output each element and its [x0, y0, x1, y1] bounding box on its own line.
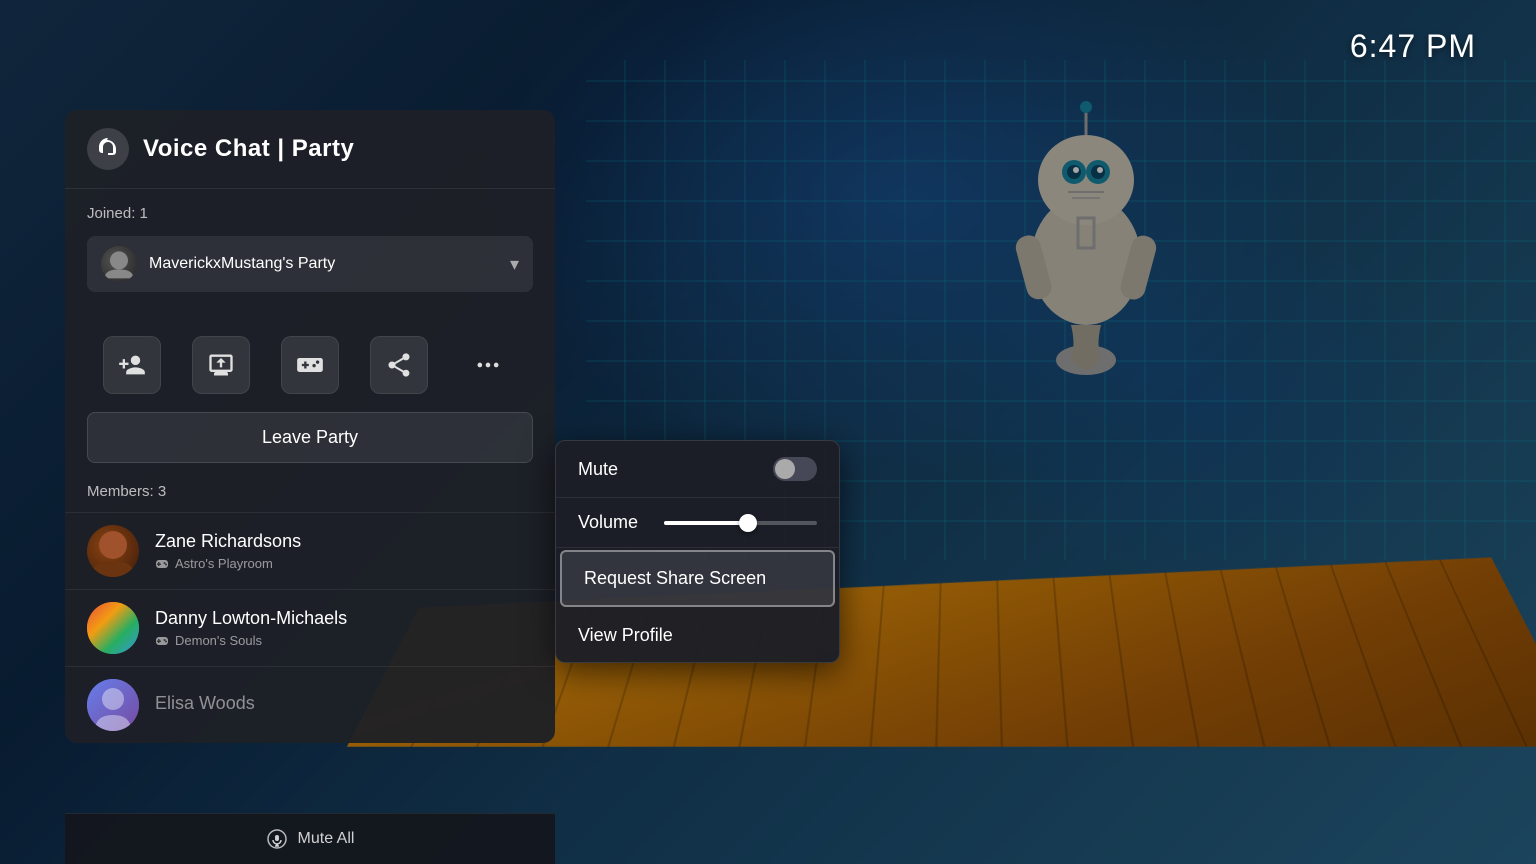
party-name: MaverickxMustang's Party: [149, 255, 510, 273]
view-profile-label: View Profile: [578, 625, 673, 646]
volume-label: Volume: [578, 512, 648, 533]
view-profile-item[interactable]: View Profile: [556, 609, 839, 662]
party-avatar-img: [101, 246, 137, 282]
members-label: Members: 3: [65, 483, 555, 512]
mute-all-icon: [266, 828, 288, 850]
party-avatar: [101, 246, 137, 282]
panel-title: Voice Chat | Party: [143, 135, 354, 163]
member-game-danny: Demon's Souls: [155, 633, 533, 648]
elisa-avatar-img: [87, 679, 139, 731]
controller-icon-zane: [155, 557, 169, 571]
chevron-down-icon: ▾: [510, 254, 519, 275]
danny-avatar-img: [87, 602, 139, 654]
context-menu: Mute Volume Request Share Screen View Pr…: [555, 440, 840, 663]
volume-menu-item: Volume: [556, 498, 839, 548]
share-play-icon: [385, 351, 413, 379]
volume-thumb[interactable]: [739, 514, 757, 532]
mute-all-label[interactable]: Mute All: [298, 830, 355, 848]
game-share-icon: [296, 351, 324, 379]
share-play-button[interactable]: [370, 336, 428, 394]
game-share-button[interactable]: [281, 336, 339, 394]
volume-slider[interactable]: [664, 521, 817, 525]
member-danny[interactable]: Danny Lowton-Michaels Demon's Souls: [65, 589, 555, 666]
member-elisa[interactable]: Elisa Woods: [65, 666, 555, 743]
request-share-screen-label: Request Share Screen: [584, 568, 766, 589]
robot-character: [936, 60, 1336, 460]
member-name-elisa: Elisa Woods: [155, 693, 533, 714]
member-info-zane: Zane Richardsons Astro's Playroom: [155, 531, 533, 571]
zane-avatar-img: [87, 525, 139, 577]
member-info-elisa: Elisa Woods: [155, 693, 533, 718]
member-game-text-zane: Astro's Playroom: [175, 556, 273, 571]
member-name-zane: Zane Richardsons: [155, 531, 533, 552]
member-avatar-zane: [87, 525, 139, 577]
controller-icon-danny: [155, 634, 169, 648]
volume-fill: [664, 521, 748, 525]
member-zane[interactable]: Zane Richardsons Astro's Playroom: [65, 512, 555, 589]
action-buttons-row: [65, 328, 555, 412]
more-icon: [474, 351, 502, 379]
mute-toggle[interactable]: [773, 457, 817, 481]
add-friend-button[interactable]: [103, 336, 161, 394]
mute-label: Mute: [578, 459, 618, 480]
panel-content: Joined: 1 MaverickxMustang's Party ▾: [65, 189, 555, 328]
toggle-knob: [775, 459, 795, 479]
add-friend-icon: [118, 351, 146, 379]
panel-header: Voice Chat | Party: [65, 110, 555, 189]
bottom-bar: Mute All: [65, 813, 555, 864]
joined-label: Joined: 1: [87, 205, 533, 222]
side-panel: Voice Chat | Party Joined: 1 MaverickxMu…: [65, 110, 555, 743]
headset-svg: [96, 137, 120, 161]
more-options-button[interactable]: [459, 336, 517, 394]
member-avatar-elisa: [87, 679, 139, 731]
member-game-zane: Astro's Playroom: [155, 556, 533, 571]
request-share-screen-item[interactable]: Request Share Screen: [560, 550, 835, 607]
screen-share-icon: [207, 351, 235, 379]
screen-share-button[interactable]: [192, 336, 250, 394]
member-game-text-danny: Demon's Souls: [175, 633, 262, 648]
party-selector[interactable]: MaverickxMustang's Party ▾: [87, 236, 533, 292]
time-display: 6:47 PM: [1350, 28, 1476, 65]
member-info-danny: Danny Lowton-Michaels Demon's Souls: [155, 608, 533, 648]
mute-menu-item[interactable]: Mute: [556, 441, 839, 498]
leave-party-button[interactable]: Leave Party: [87, 412, 533, 463]
member-name-danny: Danny Lowton-Michaels: [155, 608, 533, 629]
member-avatar-danny: [87, 602, 139, 654]
voice-chat-icon: [87, 128, 129, 170]
